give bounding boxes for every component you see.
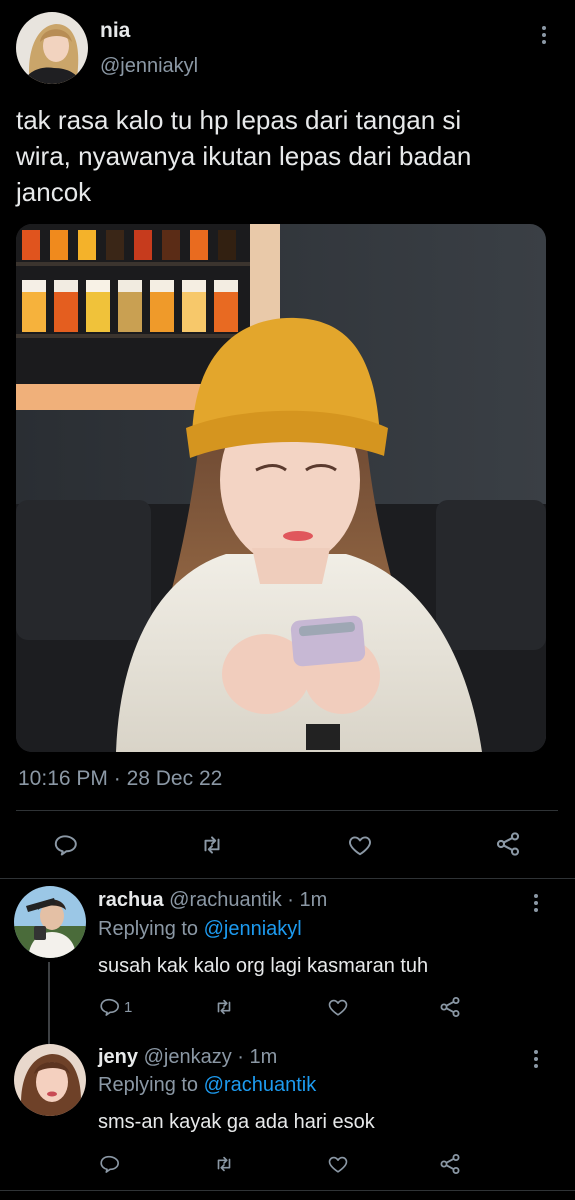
like-icon xyxy=(349,836,371,856)
retweet-button[interactable] xyxy=(212,1153,236,1175)
thread-connector-line xyxy=(48,962,50,1044)
retweet-icon xyxy=(217,1156,231,1172)
replying-to-prefix: Replying to xyxy=(98,918,204,940)
replying-to-label: Replying to @jenniakyl xyxy=(98,918,302,941)
replying-to-prefix: Replying to xyxy=(98,1074,204,1096)
reply-handle[interactable]: @rachuantik xyxy=(169,889,282,911)
reply-display-name[interactable]: jeny xyxy=(98,1046,138,1068)
retweet-button[interactable] xyxy=(212,996,236,1018)
more-options-icon[interactable] xyxy=(526,890,546,916)
like-button[interactable] xyxy=(326,996,350,1018)
reply-button[interactable] xyxy=(52,832,78,858)
tweet-time: 10:16 PM xyxy=(18,767,108,790)
like-button[interactable] xyxy=(326,1153,350,1175)
reply-handle[interactable]: @jenkazy xyxy=(144,1046,232,1068)
share-button[interactable] xyxy=(494,830,522,858)
more-options-icon[interactable] xyxy=(534,22,554,48)
tweet-text-line: tak rasa kalo tu hp lepas dari tangan si xyxy=(16,105,462,135)
timestamp-separator: · xyxy=(113,767,121,790)
reply-icon xyxy=(54,835,77,856)
reply-age[interactable]: · 1m xyxy=(287,889,327,911)
share-button[interactable] xyxy=(438,995,462,1019)
author-handle[interactable]: @jenniakyl xyxy=(100,55,198,78)
reply-age[interactable]: · 1m xyxy=(237,1046,277,1068)
tweet-text-line: jancok xyxy=(16,177,92,207)
like-icon xyxy=(328,999,348,1016)
replying-to-mention[interactable]: @rachuantik xyxy=(204,1074,317,1096)
reply-header: rachua @rachuantik · 1m xyxy=(98,889,327,912)
retweet-icon xyxy=(217,999,231,1015)
like-button[interactable] xyxy=(346,832,374,858)
divider xyxy=(16,810,558,811)
share-icon xyxy=(440,997,460,1017)
reply-header: jeny @jenkazy · 1m xyxy=(98,1046,277,1069)
reply-text: susah kak kalo org lagi kasmaran tuh xyxy=(98,955,429,977)
tweet-date: 28 Dec 22 xyxy=(126,767,223,790)
share-button[interactable] xyxy=(438,1152,462,1176)
reply-icon xyxy=(100,1155,119,1173)
replying-to-mention[interactable]: @jenniakyl xyxy=(204,918,302,940)
replying-to-label: Replying to @rachuantik xyxy=(98,1074,316,1097)
reply-button[interactable] xyxy=(98,1153,120,1175)
divider xyxy=(0,1190,575,1191)
share-icon xyxy=(440,1154,460,1174)
tweet-text: tak rasa kalo tu hp lepas dari tangan si… xyxy=(16,102,561,210)
divider xyxy=(0,878,575,879)
reply-icon xyxy=(100,998,119,1016)
author-display-name[interactable]: nia xyxy=(100,19,130,43)
reply-count: 1 xyxy=(124,998,133,1016)
author-avatar[interactable] xyxy=(16,12,88,84)
tweet-timestamp[interactable]: 10:16 PM · 28 Dec 22 xyxy=(18,767,222,791)
reply-avatar[interactable] xyxy=(14,886,86,958)
tweet-text-line: wira, nyawanya ikutan lepas dari badan xyxy=(16,141,472,171)
retweet-button[interactable] xyxy=(198,832,226,858)
like-icon xyxy=(328,1156,348,1173)
tweet-photo[interactable] xyxy=(16,224,546,752)
reply-button[interactable]: 1 xyxy=(98,996,132,1018)
retweet-icon xyxy=(204,836,220,854)
more-options-icon[interactable] xyxy=(526,1046,546,1072)
reply-text: sms-an kayak ga ada hari esok xyxy=(98,1111,375,1133)
reply-avatar[interactable] xyxy=(14,1044,86,1116)
share-icon xyxy=(496,832,520,856)
reply-display-name[interactable]: rachua xyxy=(98,889,164,911)
